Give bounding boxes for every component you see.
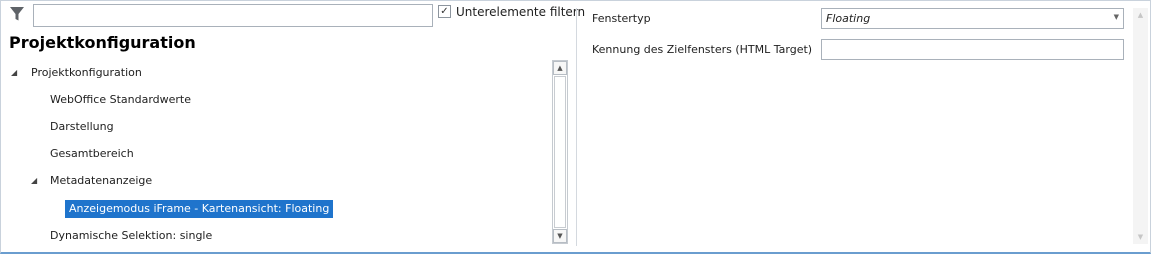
filter-search-input[interactable] [33, 4, 433, 27]
window-type-value: Floating [826, 12, 871, 25]
expanded-triangle-icon[interactable]: ◢ [11, 64, 17, 82]
tree-node-metadatenanzeige[interactable]: Metadatenanzeige [50, 172, 152, 190]
funnel-filter-icon[interactable] [9, 6, 25, 22]
project-config-tree: ◢ Projektkonfiguration WebOffice Standar… [0, 60, 548, 250]
tree-scrollbar[interactable]: ▲ ▼ [552, 60, 568, 244]
tree-node-weboffice-standardwerte[interactable]: WebOffice Standardwerte [50, 91, 191, 109]
tree-node-darstellung[interactable]: Darstellung [50, 118, 114, 136]
tree-node-gesamtbereich[interactable]: Gesamtbereich [50, 145, 134, 163]
scroll-up-arrow-icon[interactable]: ▲ [553, 61, 567, 75]
target-id-input[interactable] [821, 39, 1124, 60]
scroll-down-arrow-icon[interactable]: ▼ [1133, 230, 1148, 244]
filter-subelements-checkbox[interactable]: ✓ [438, 5, 451, 18]
window-type-dropdown[interactable]: Floating ▼ [821, 8, 1124, 29]
properties-scrollbar[interactable]: ▲ ▼ [1133, 8, 1148, 244]
tree-node-anzeigemodus-iframe[interactable]: Anzeigemodus iFrame - Kartenansicht: Flo… [65, 200, 334, 218]
filter-subelements-label: Unterelemente filtern [456, 5, 586, 19]
pane-splitter[interactable] [576, 8, 577, 246]
tree-node-dynamische-selektion[interactable]: Dynamische Selektion: single [50, 227, 212, 245]
window-type-label: Fenstertyp [592, 12, 651, 25]
expanded-triangle-icon[interactable]: ◢ [31, 172, 37, 190]
scroll-up-arrow-icon[interactable]: ▲ [1133, 8, 1148, 22]
tree-node-projektkonfiguration[interactable]: Projektkonfiguration [31, 64, 142, 82]
tree-title: Projektkonfiguration [9, 33, 196, 52]
scroll-down-arrow-icon[interactable]: ▼ [553, 229, 567, 243]
target-id-label: Kennung des Zielfensters (HTML Target) [592, 43, 813, 56]
chevron-down-icon[interactable]: ▼ [1114, 13, 1119, 21]
tree-scroll-thumb[interactable] [554, 76, 566, 228]
